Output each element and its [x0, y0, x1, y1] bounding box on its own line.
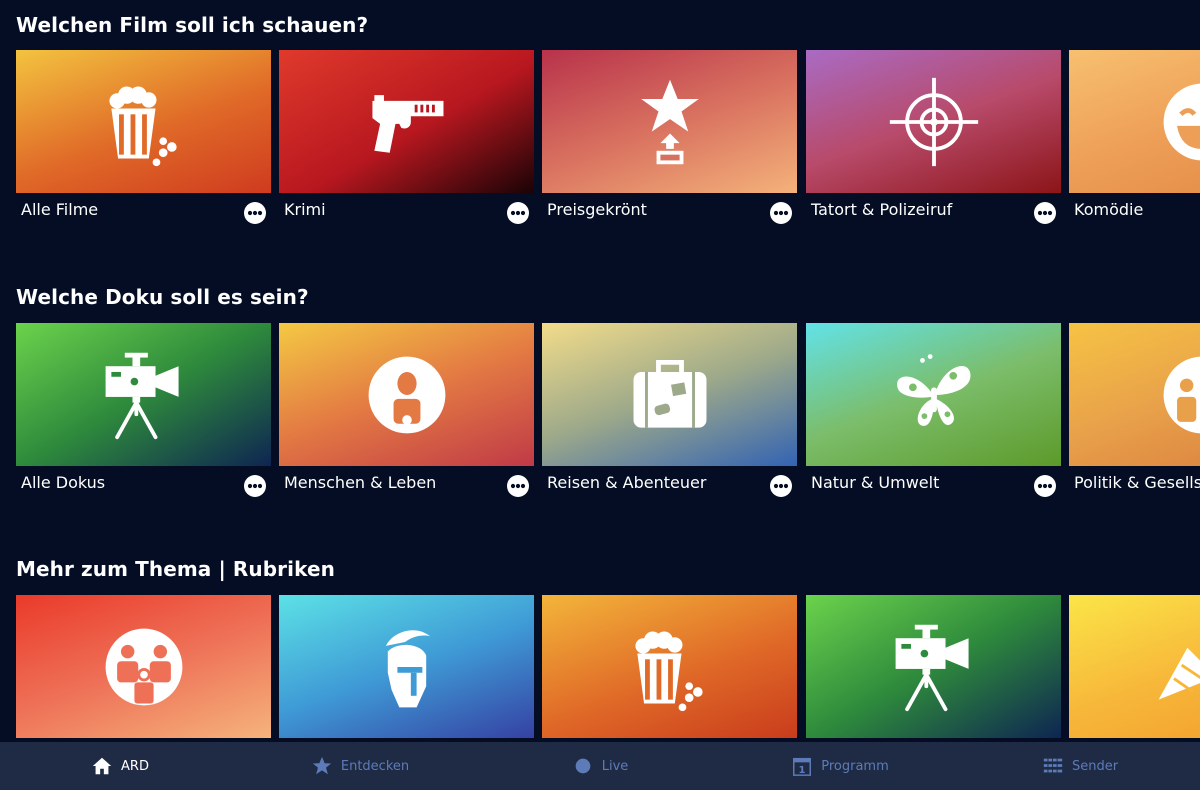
more-options-button[interactable]	[244, 475, 266, 497]
card-thumb[interactable]	[806, 50, 1061, 193]
more-options-button[interactable]	[770, 475, 792, 497]
card-menschen-leben[interactable]: Menschen & Leben	[279, 323, 534, 497]
card-rubrik-geschichte[interactable]	[279, 595, 534, 738]
laughing-face-icon	[1163, 83, 1200, 160]
calendar-icon: 1	[793, 757, 812, 776]
card-thumb[interactable]	[16, 50, 271, 193]
more-dots-icon	[773, 483, 789, 489]
section-title-dokus: Welche Doku soll es sein?	[16, 285, 309, 309]
card-krimi[interactable]: Krimi	[279, 50, 534, 224]
more-dots-icon	[1037, 210, 1053, 216]
calendar-day-number: 1	[799, 765, 806, 776]
tab-label: Live	[601, 758, 629, 774]
card-thumb[interactable]	[1069, 323, 1200, 466]
card-thumb[interactable]	[806, 323, 1061, 466]
more-dots-icon	[773, 210, 789, 216]
tab-label: ARD	[121, 758, 149, 774]
person-icon	[368, 356, 445, 433]
tab-label: Programm	[821, 758, 889, 774]
row-rubriken	[0, 595, 1200, 741]
people-icon	[1163, 356, 1200, 433]
card-label: Komödie	[1074, 200, 1144, 219]
card-natur-umwelt[interactable]: Natur & Umwelt	[806, 323, 1061, 497]
more-dots-icon	[247, 210, 263, 216]
card-reisen-abenteuer[interactable]: Reisen & Abenteuer	[542, 323, 797, 497]
card-label: Politik & Gesellsc	[1074, 473, 1200, 492]
card-thumb[interactable]	[279, 323, 534, 466]
card-preisgekroent[interactable]: Preisgekrönt	[542, 50, 797, 224]
card-thumb[interactable]	[16, 595, 271, 738]
more-dots-icon	[1037, 483, 1053, 489]
card-label: Reisen & Abenteuer	[547, 473, 707, 492]
more-options-button[interactable]	[1034, 202, 1056, 224]
card-rubrik-doku[interactable]	[806, 595, 1061, 738]
star-icon	[312, 756, 332, 775]
live-dot-icon	[575, 758, 591, 774]
more-dots-icon	[510, 210, 526, 216]
video-camera-icon	[895, 624, 969, 711]
trophy-star-icon	[640, 79, 699, 164]
row-filme: Alle Filme Krimi Preisgekrönt Tatort & P…	[0, 50, 1200, 240]
party-popper-icon	[1158, 647, 1200, 700]
section-title-filme: Welchen Film soll ich schauen?	[16, 13, 369, 37]
tab-label: Sender	[1071, 758, 1119, 774]
section-title-rubriken: Mehr zum Thema | Rubriken	[16, 557, 335, 581]
home-icon	[92, 757, 112, 775]
card-thumb[interactable]	[279, 595, 534, 738]
crosshair-icon	[889, 77, 978, 166]
video-camera-icon	[105, 352, 179, 439]
more-options-button[interactable]	[507, 475, 529, 497]
card-label: Alle Dokus	[21, 473, 106, 492]
pistol-icon	[371, 94, 443, 153]
card-komoedie[interactable]: Komödie	[1069, 50, 1200, 219]
tab-ard[interactable]: ARD	[0, 755, 240, 777]
card-thumb[interactable]	[1069, 50, 1200, 193]
popcorn-icon	[108, 85, 177, 166]
card-label: Natur & Umwelt	[811, 473, 940, 492]
more-options-button[interactable]	[244, 202, 266, 224]
popcorn-icon	[634, 630, 703, 711]
card-politik-gesellschaft[interactable]: Politik & Gesellsc	[1069, 323, 1200, 492]
card-alle-filme[interactable]: Alle Filme	[16, 50, 271, 224]
card-label: Preisgekrönt	[547, 200, 647, 219]
card-rubrik-film[interactable]	[542, 595, 797, 738]
card-tatort-polizeiruf[interactable]: Tatort & Polizeiruf	[806, 50, 1061, 224]
card-rubrik-party[interactable]	[1069, 595, 1200, 738]
card-label: Menschen & Leben	[284, 473, 437, 492]
row-dokus: Alle Dokus Menschen & Leben Reisen & Abe…	[0, 323, 1200, 513]
card-thumb[interactable]	[1069, 595, 1200, 738]
suitcase-icon	[633, 359, 706, 428]
card-thumb[interactable]	[16, 323, 271, 466]
card-thumb[interactable]	[279, 50, 534, 193]
card-thumb[interactable]	[542, 595, 797, 738]
card-thumb[interactable]	[806, 595, 1061, 738]
card-label: Krimi	[284, 200, 326, 219]
card-label: Tatort & Polizeiruf	[811, 200, 953, 219]
card-label: Alle Filme	[21, 200, 99, 219]
card-thumb[interactable]	[542, 50, 797, 193]
card-rubrik-familie[interactable]	[16, 595, 271, 738]
butterfly-icon	[896, 353, 970, 426]
more-options-button[interactable]	[1034, 475, 1056, 497]
more-options-button[interactable]	[507, 202, 529, 224]
gladiator-helmet-icon	[385, 629, 430, 707]
grid-icon	[1043, 758, 1063, 773]
card-alle-dokus[interactable]: Alle Dokus	[16, 323, 271, 497]
tab-sender[interactable]: Sender	[960, 755, 1200, 777]
tab-label: Entdecken	[340, 758, 410, 774]
family-icon	[105, 628, 182, 705]
more-options-button[interactable]	[770, 202, 792, 224]
card-thumb[interactable]	[542, 323, 797, 466]
bottom-tab-bar: ARD Entdecken Live 1 Programm Sender	[0, 742, 1200, 790]
tab-programm[interactable]: 1 Programm	[720, 755, 960, 777]
more-dots-icon	[247, 483, 263, 489]
tab-entdecken[interactable]: Entdecken	[240, 755, 480, 777]
tab-live[interactable]: Live	[480, 755, 720, 777]
more-dots-icon	[510, 483, 526, 489]
